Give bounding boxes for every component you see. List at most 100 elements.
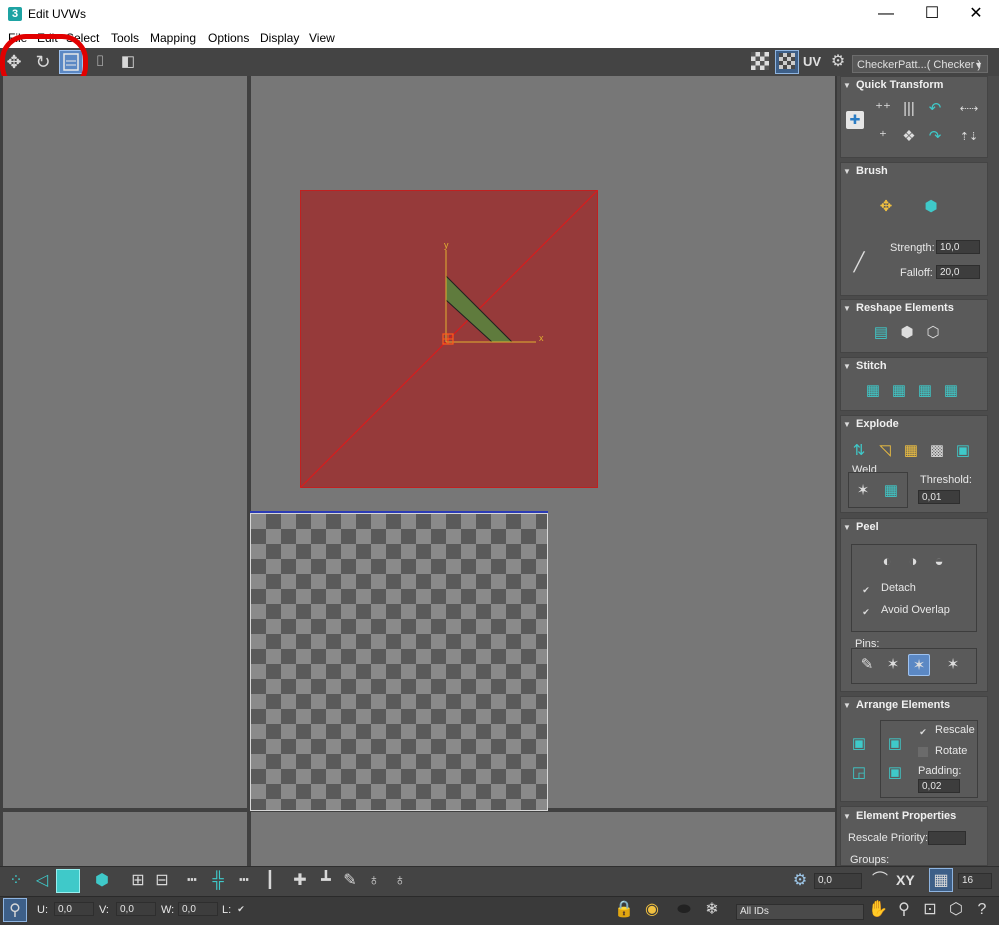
weld-selected-icon[interactable]: ✶ bbox=[852, 480, 874, 502]
point-to-point-icon[interactable]: ✚ bbox=[288, 869, 312, 893]
maximize-button[interactable]: ☐ bbox=[909, 0, 955, 28]
pin-icon[interactable]: ✎ bbox=[856, 654, 878, 676]
peel-mode-icon[interactable]: ◑ bbox=[902, 551, 924, 573]
close-button[interactable]: ✕ bbox=[953, 0, 999, 28]
pack-together-icon[interactable]: ◲ bbox=[848, 762, 870, 784]
flatten-by-smoothing-icon[interactable]: ▩ bbox=[926, 440, 948, 462]
menu-display[interactable]: Display bbox=[260, 31, 299, 45]
texture-settings-icon[interactable]: ⚙ bbox=[826, 50, 850, 74]
soft-select-falloff-icon[interactable]: ♁ bbox=[388, 869, 412, 893]
rollout-title-stitch[interactable]: Stitch bbox=[856, 360, 887, 372]
help-icon[interactable]: ? bbox=[970, 898, 994, 922]
collapse-arrow-icon[interactable]: ▼ bbox=[843, 362, 851, 371]
rollout-title-explode[interactable]: Explode bbox=[856, 418, 899, 430]
space-vertical-icon[interactable]: ||| bbox=[898, 98, 920, 120]
threshold-spinner[interactable]: 0,01 bbox=[918, 490, 960, 504]
freeze-icon[interactable]: ❄ bbox=[700, 898, 724, 922]
polygon-mode-icon[interactable] bbox=[56, 869, 80, 893]
weld-all-icon[interactable]: ▦ bbox=[880, 480, 902, 502]
rescale-elements-icon[interactable]: ▣ bbox=[884, 762, 906, 784]
absolute-mode-icon[interactable]: ⚲ bbox=[3, 898, 27, 922]
pack-normalize-icon[interactable]: ▣ bbox=[848, 733, 870, 755]
rotate-cw-icon[interactable]: ↷ bbox=[924, 126, 946, 148]
minimize-button[interactable]: — bbox=[863, 0, 909, 28]
rescale-checkbox[interactable]: ✔ bbox=[918, 727, 928, 737]
rollout-title-brush[interactable]: Brush bbox=[856, 165, 888, 177]
rollout-title-peel[interactable]: Peel bbox=[856, 521, 879, 533]
relax-icon[interactable]: ⬢ bbox=[896, 322, 918, 344]
detach-checkbox[interactable]: ✔ bbox=[861, 585, 871, 595]
uv-geometry[interactable] bbox=[300, 190, 598, 488]
paint-select-icon[interactable]: ✎ bbox=[338, 869, 362, 893]
id-filter-dropdown[interactable]: All IDs bbox=[736, 904, 864, 920]
reset-peel-icon[interactable]: ◒ bbox=[928, 551, 950, 573]
paint-move-icon[interactable]: ✥ bbox=[875, 196, 897, 218]
edge-mode-icon[interactable]: ◁ bbox=[30, 869, 54, 893]
collapse-arrow-icon[interactable]: ▼ bbox=[843, 523, 851, 532]
rotate-ccw-icon[interactable]: ↶ bbox=[924, 98, 946, 120]
align-center-icon[interactable]: ✚ bbox=[846, 111, 864, 129]
loop-icon[interactable]: ┅ bbox=[180, 869, 204, 893]
element-mode-icon[interactable]: ⬢ bbox=[90, 869, 114, 893]
menu-view[interactable]: View bbox=[309, 31, 335, 45]
soft-select-icon[interactable]: ♁ bbox=[362, 869, 386, 893]
rollout-title-reshape-elements[interactable]: Reshape Elements bbox=[856, 302, 954, 314]
rotate-checkbox[interactable] bbox=[918, 747, 928, 757]
angle-spinner[interactable]: 0,0 bbox=[814, 873, 862, 889]
align-horizontal-icon[interactable]: ⁺⁺ bbox=[872, 98, 894, 120]
mirror-icon[interactable]: ⌷ bbox=[88, 50, 112, 74]
shrink-selection-icon[interactable]: ⊟ bbox=[150, 869, 174, 893]
align-vertical-icon[interactable]: ⁺ bbox=[872, 126, 894, 148]
unpin-icon[interactable]: ✶ bbox=[882, 654, 904, 676]
vertex-mode-icon[interactable]: ⁘ bbox=[4, 869, 28, 893]
select-pins-icon[interactable]: ✶ bbox=[942, 654, 964, 676]
padding-spinner[interactable]: 0,02 bbox=[918, 779, 960, 793]
brush-falloff-icon[interactable]: ╱ bbox=[848, 251, 870, 273]
u-spinner[interactable]: 0,0 bbox=[54, 902, 94, 916]
collapse-arrow-icon[interactable]: ▼ bbox=[843, 304, 851, 313]
flatten-by-edges-icon[interactable]: ◹ bbox=[874, 440, 896, 462]
zoom-extents-icon[interactable]: ⬡ bbox=[944, 898, 968, 922]
collapse-arrow-icon[interactable]: ▼ bbox=[843, 167, 851, 176]
collapse-arrow-icon[interactable]: ▼ bbox=[843, 701, 851, 710]
flatten-by-polygon-icon[interactable]: ▦ bbox=[900, 440, 922, 462]
flip-icon[interactable]: ◧ bbox=[116, 50, 140, 74]
stitch-source-icon[interactable]: ▦ bbox=[888, 380, 910, 402]
linear-align-icon[interactable]: ❖ bbox=[898, 126, 920, 148]
space-v-icon[interactable]: ⇡⇣ bbox=[958, 126, 980, 148]
rescale-priority-spinner[interactable] bbox=[928, 831, 966, 845]
lock-l-checkbox[interactable]: ✔ bbox=[236, 904, 246, 914]
relax-brush-icon[interactable]: ⬢ bbox=[920, 196, 942, 218]
grow-selection-icon[interactable]: ⊞ bbox=[126, 869, 150, 893]
collapse-arrow-icon[interactable]: ▼ bbox=[843, 420, 851, 429]
auto-pin-icon[interactable]: ✶ bbox=[908, 654, 930, 676]
space-h-icon[interactable]: ⇠⇢ bbox=[958, 98, 980, 120]
snap-spinner[interactable]: 16 bbox=[958, 873, 992, 889]
zoom-region-icon[interactable]: ⊡ bbox=[918, 898, 942, 922]
falloff-spinner[interactable]: 20,0 bbox=[936, 265, 980, 279]
rollout-title-element-properties[interactable]: Element Properties bbox=[856, 810, 956, 822]
hide-icon[interactable]: ⬬ bbox=[672, 898, 696, 922]
loop-grow-icon[interactable]: ╬ bbox=[206, 869, 230, 893]
collapse-arrow-icon[interactable]: ▼ bbox=[843, 812, 851, 821]
rollout-title-arrange-elements[interactable]: Arrange Elements bbox=[856, 699, 950, 711]
pan-icon[interactable]: ✋ bbox=[866, 898, 890, 922]
texture-dropdown[interactable]: CheckerPatt...( Checker ) ▼ bbox=[852, 55, 988, 73]
grid-snap-icon[interactable]: ▦ bbox=[929, 868, 953, 892]
w-spinner[interactable]: 0,0 bbox=[178, 902, 218, 916]
collapse-arrow-icon[interactable]: ▼ bbox=[843, 81, 851, 90]
rotate-angle-icon[interactable]: ⚙ bbox=[788, 869, 812, 893]
show-hidden-icon[interactable]: ◉ bbox=[640, 898, 664, 922]
menu-tools[interactable]: Tools bbox=[111, 31, 139, 45]
checker-icon-1[interactable] bbox=[748, 50, 772, 74]
pack-custom-icon[interactable]: ▣ bbox=[884, 733, 906, 755]
quick-peel-icon[interactable]: ◐ bbox=[876, 551, 898, 573]
zoom-icon[interactable]: ⚲ bbox=[892, 898, 916, 922]
curve-icon[interactable]: ⌒ bbox=[868, 869, 892, 893]
xy-label[interactable]: XY bbox=[896, 872, 915, 888]
stitch-custom-icon[interactable]: ▦ bbox=[862, 380, 884, 402]
ring-icon[interactable]: ┅ bbox=[232, 869, 256, 893]
flatten-by-material-icon[interactable]: ▣ bbox=[952, 440, 974, 462]
straighten-icon[interactable]: ▤ bbox=[870, 322, 892, 344]
checker-icon-2[interactable] bbox=[775, 50, 799, 74]
